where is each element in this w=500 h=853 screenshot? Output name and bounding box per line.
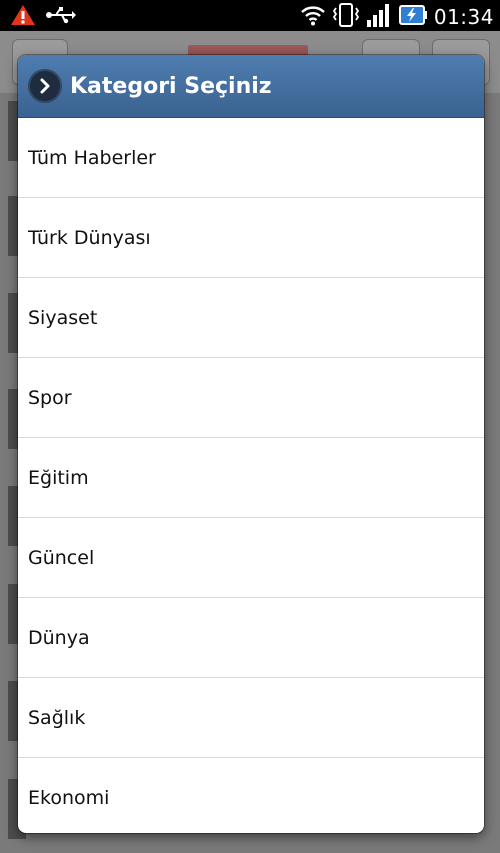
category-item-spor[interactable]: Spor bbox=[18, 358, 484, 438]
vibrate-icon bbox=[332, 2, 360, 32]
category-label: Eğitim bbox=[28, 466, 89, 489]
category-label: Tüm Haberler bbox=[28, 146, 156, 169]
dialog-header: Kategori Seçiniz bbox=[18, 55, 484, 118]
category-item-turk-dunyasi[interactable]: Türk Dünyası bbox=[18, 198, 484, 278]
category-item-saglik[interactable]: Sağlık bbox=[18, 678, 484, 758]
category-dialog: Kategori Seçiniz Tüm Haberler Türk Dünya… bbox=[18, 55, 484, 833]
category-item-siyaset[interactable]: Siyaset bbox=[18, 278, 484, 358]
category-label: Dünya bbox=[28, 626, 90, 649]
category-label: Siyaset bbox=[28, 306, 98, 329]
category-label: Güncel bbox=[28, 546, 95, 569]
dialog-title: Kategori Seçiniz bbox=[70, 73, 272, 99]
category-label: Türk Dünyası bbox=[28, 226, 151, 249]
battery-charging-icon bbox=[398, 3, 428, 31]
category-item-guncel[interactable]: Güncel bbox=[18, 518, 484, 598]
status-bar: 01:34 bbox=[0, 0, 500, 31]
category-item-tum-haberler[interactable]: Tüm Haberler bbox=[18, 118, 484, 198]
warning-icon bbox=[10, 4, 36, 30]
category-label: Spor bbox=[28, 386, 72, 409]
signal-icon bbox=[366, 2, 392, 32]
category-item-dunya[interactable]: Dünya bbox=[18, 598, 484, 678]
usb-icon bbox=[46, 4, 76, 30]
category-label: Ekonomi bbox=[28, 786, 110, 809]
status-clock: 01:34 bbox=[433, 5, 494, 29]
wifi-icon bbox=[300, 3, 326, 31]
category-item-ekonomi[interactable]: Ekonomi bbox=[18, 758, 484, 833]
category-label: Sağlık bbox=[28, 706, 86, 729]
category-item-egitim[interactable]: Eğitim bbox=[18, 438, 484, 518]
category-list: Tüm Haberler Türk Dünyası Siyaset Spor E… bbox=[18, 118, 484, 833]
chevron-right-icon bbox=[28, 69, 62, 103]
